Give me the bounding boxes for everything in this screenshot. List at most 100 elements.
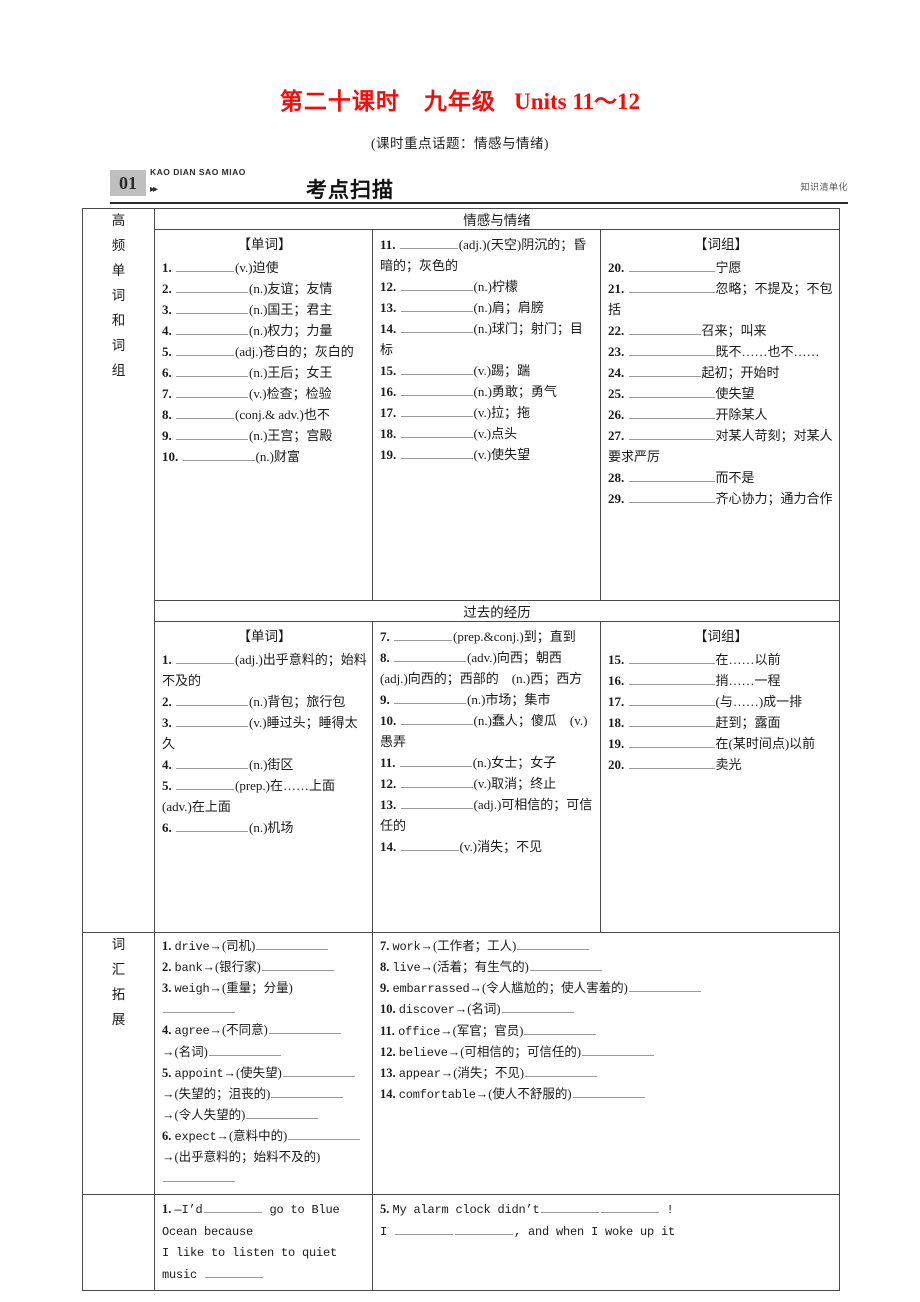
- cell-words-col1-content: 【单词】 1. (v.)迫使 2. (n.)友谊；友情 3. (n.)国王；君主 4. …: [155, 230, 372, 474]
- answer-blank[interactable]: [628, 651, 715, 664]
- answer-blank[interactable]: [400, 775, 473, 789]
- answer-blank[interactable]: [176, 301, 248, 314]
- answer-blank[interactable]: [176, 693, 248, 706]
- answer-blank[interactable]: [628, 259, 715, 272]
- section-pinyin-label: KAO DIAN SAO MIAO: [150, 166, 246, 177]
- item-number: 3.: [162, 981, 175, 996]
- answer-blank[interactable]: [394, 628, 452, 641]
- answer-blank[interactable]: [524, 1022, 597, 1035]
- answer-blank[interactable]: [205, 1265, 264, 1278]
- answer-blank[interactable]: [628, 693, 715, 706]
- item-number: 21.: [608, 280, 628, 296]
- section-number-badge: 01: [110, 169, 146, 196]
- answer-blank[interactable]: [400, 446, 473, 460]
- sentence-line: 5. My alarm clock didn’t !: [380, 1199, 833, 1221]
- answer-blank[interactable]: [176, 406, 234, 420]
- answer-blank[interactable]: [628, 364, 701, 378]
- arrow-icon: →: [209, 1023, 223, 1038]
- answer-blank[interactable]: [176, 385, 248, 399]
- item-definition: (v.)检查；检验: [249, 386, 332, 402]
- answer-blank[interactable]: [400, 320, 473, 334]
- answer-blank[interactable]: [400, 383, 473, 397]
- answer-blank[interactable]: [271, 1085, 344, 1098]
- answer-blank[interactable]: [246, 1106, 319, 1119]
- answer-blank[interactable]: [176, 343, 234, 357]
- answer-blank[interactable]: [399, 236, 458, 249]
- answer-blank[interactable]: [582, 1043, 655, 1056]
- answer-blank[interactable]: [395, 1222, 454, 1235]
- vocab-item: 24. 起初；开始时: [608, 362, 834, 383]
- item-number: 11.: [380, 755, 399, 771]
- answer-blank[interactable]: [400, 712, 473, 726]
- answer-blank[interactable]: [176, 364, 248, 378]
- answer-blank[interactable]: [176, 322, 248, 335]
- answer-blank[interactable]: [628, 672, 715, 685]
- answer-blank[interactable]: [288, 1127, 361, 1140]
- row-label-char: 词: [111, 937, 126, 952]
- item-number: 8.: [162, 407, 175, 423]
- answer-blank[interactable]: [628, 490, 715, 504]
- answer-blank[interactable]: [203, 1200, 262, 1213]
- answer-blank[interactable]: [628, 322, 701, 335]
- answer-blank[interactable]: [540, 1200, 599, 1213]
- answer-blank[interactable]: [628, 385, 715, 399]
- answer-blank[interactable]: [400, 362, 473, 376]
- vocab-item: 7. (prep.&conj.)到；直到: [380, 626, 595, 647]
- vocab-item: 5. (adj.)苍白的；灰白的: [162, 341, 367, 362]
- answer-blank[interactable]: [628, 427, 715, 441]
- answer-blank[interactable]: [400, 425, 473, 439]
- english-word: live: [392, 961, 421, 976]
- answer-blank[interactable]: [394, 649, 466, 663]
- answer-blank[interactable]: [400, 299, 473, 313]
- answer-blank[interactable]: [208, 1043, 281, 1056]
- answer-blank[interactable]: [256, 937, 329, 950]
- item-number: 1.: [162, 259, 175, 275]
- item-number: 10.: [380, 1002, 399, 1017]
- answer-blank[interactable]: [176, 714, 248, 727]
- answer-blank[interactable]: [394, 691, 466, 705]
- sentence-line: 1. —I’d go to Blue Ocean because: [162, 1199, 366, 1242]
- item-number: 8.: [380, 960, 393, 975]
- answer-blank[interactable]: [176, 280, 248, 293]
- answer-blank[interactable]: [399, 754, 472, 768]
- answer-blank[interactable]: [176, 777, 234, 791]
- answer-blank[interactable]: [600, 1200, 659, 1213]
- answer-blank[interactable]: [501, 1001, 574, 1014]
- answer-blank[interactable]: [163, 1169, 235, 1182]
- answer-blank[interactable]: [261, 958, 334, 972]
- table-row: 词汇拓展 1. drive→(司机) 2. bank→(银行家) 3. weigh→(…: [82, 932, 841, 1195]
- answer-blank[interactable]: [176, 427, 248, 441]
- arrow-icon: →: [447, 1044, 461, 1059]
- answer-blank[interactable]: [282, 1064, 355, 1077]
- answer-blank[interactable]: [517, 937, 590, 950]
- answer-blank[interactable]: [628, 343, 715, 357]
- answer-blank[interactable]: [400, 278, 473, 292]
- answer-blank[interactable]: [572, 1085, 645, 1099]
- answer-blank[interactable]: [455, 1222, 514, 1235]
- answer-blank[interactable]: [400, 796, 473, 810]
- item-number: 2.: [162, 693, 175, 709]
- answer-blank[interactable]: [529, 958, 602, 972]
- answer-blank[interactable]: [176, 819, 248, 833]
- answer-blank[interactable]: [628, 756, 715, 770]
- item-number: 5.: [162, 778, 175, 794]
- table-row: 1. —I’d go to Blue Ocean because I like t…: [82, 1193, 841, 1292]
- answer-blank[interactable]: [525, 1064, 598, 1077]
- answer-blank[interactable]: [176, 259, 234, 272]
- answer-blank[interactable]: [628, 406, 715, 420]
- answer-blank[interactable]: [182, 448, 255, 462]
- answer-blank[interactable]: [163, 1001, 235, 1014]
- answer-blank[interactable]: [628, 469, 715, 483]
- answer-blank[interactable]: [176, 756, 248, 770]
- answer-blank[interactable]: [628, 714, 715, 727]
- answer-blank[interactable]: [628, 280, 715, 293]
- english-word: weigh: [174, 982, 210, 997]
- answer-blank[interactable]: [400, 404, 473, 418]
- arrow-icon: →: [202, 960, 216, 975]
- item-definition: (n.)财富: [255, 449, 300, 465]
- answer-blank[interactable]: [628, 979, 701, 993]
- answer-blank[interactable]: [176, 651, 234, 664]
- answer-blank[interactable]: [400, 838, 459, 852]
- answer-blank[interactable]: [628, 735, 715, 749]
- answer-blank[interactable]: [268, 1022, 341, 1035]
